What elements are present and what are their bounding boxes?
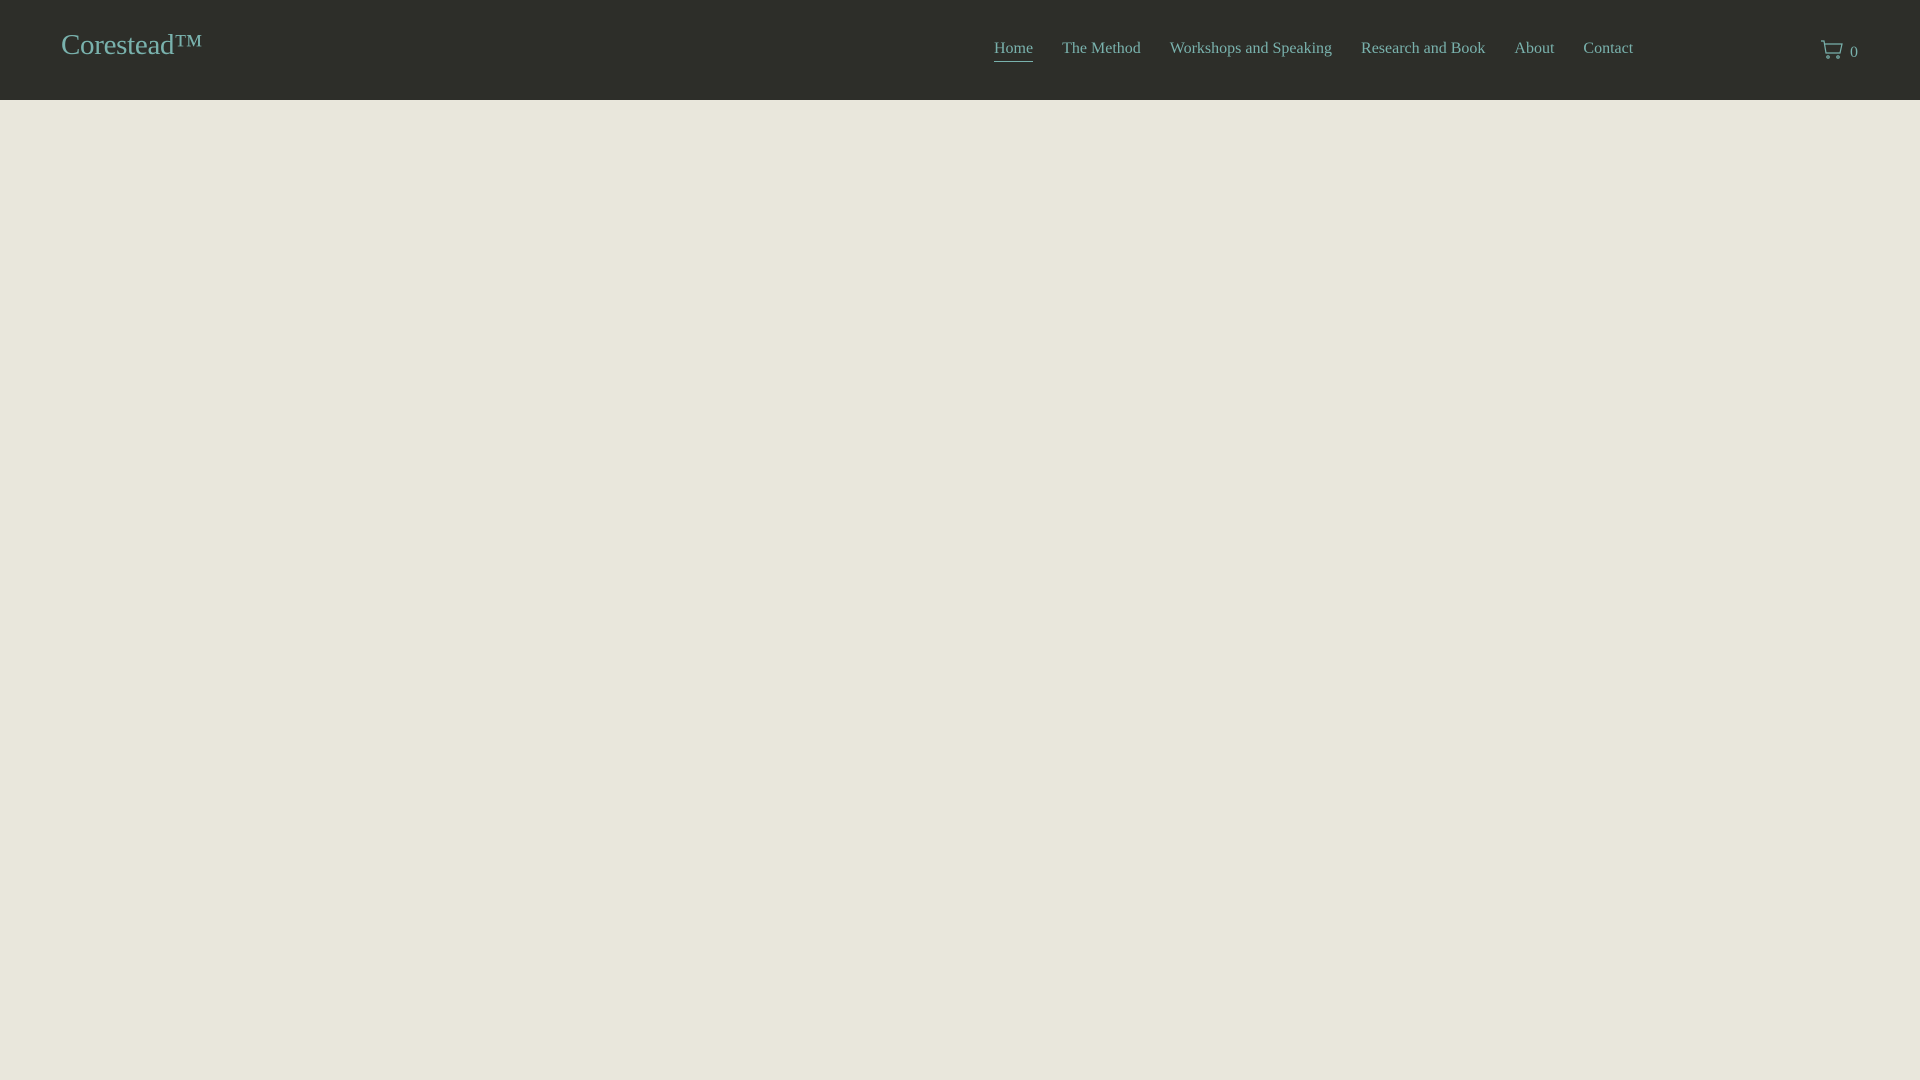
nav-workshops-and-speaking[interactable]: Workshops and Speaking [1170,39,1332,62]
nav-the-method[interactable]: The Method [1062,39,1141,62]
cart-button[interactable]: 0 [1820,39,1858,66]
cart-icon [1820,39,1844,66]
nav-contact[interactable]: Contact [1583,39,1633,62]
page-content [0,100,1920,1080]
site-logo[interactable]: Corestead™ [61,31,203,60]
nav-home[interactable]: Home [994,39,1034,62]
nav-research-and-book[interactable]: Research and Book [1361,39,1485,62]
cart-count: 0 [1850,43,1858,61]
nav-about[interactable]: About [1514,39,1554,62]
main-nav: Home The Method Workshops and Speaking R… [994,39,1633,62]
site-header: Corestead™ Home The Method Workshops and… [0,0,1920,100]
